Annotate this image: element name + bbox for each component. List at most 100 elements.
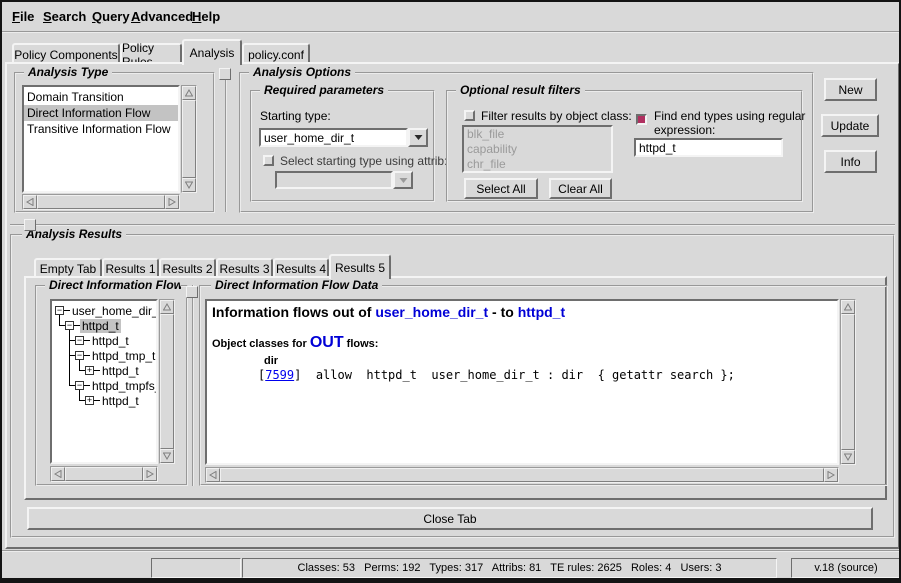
tree-node[interactable]: −httpd_tmpfs_ bbox=[75, 378, 158, 393]
clear-all-button[interactable]: Clear All bbox=[549, 178, 612, 199]
list-item-disabled: capability bbox=[464, 142, 611, 157]
tree-node-selected[interactable]: httpd_t bbox=[80, 319, 121, 333]
pane-divider-horizontal bbox=[10, 224, 895, 226]
flow-data-hscrollbar[interactable] bbox=[205, 467, 839, 483]
scrollbar-thumb[interactable] bbox=[182, 100, 196, 178]
chevron-down-icon bbox=[393, 171, 413, 189]
tab-results-5[interactable]: Results 5 bbox=[329, 254, 391, 279]
scroll-right-icon[interactable] bbox=[824, 468, 838, 482]
attrib-checkbox-label[interactable]: Select starting type using attrib: bbox=[280, 154, 447, 168]
tree-connector-line bbox=[69, 330, 70, 386]
tree-node[interactable]: +httpd_t bbox=[85, 363, 141, 378]
flow-data-textarea[interactable]: Information flows out of user_home_dir_t… bbox=[205, 299, 839, 465]
tree-expander-collapse-icon[interactable]: − bbox=[75, 381, 84, 390]
chevron-down-icon[interactable] bbox=[408, 128, 428, 147]
analysis-type-listbox[interactable]: Domain Transition Direct Information Flo… bbox=[22, 85, 180, 193]
tree-expander-expand-icon[interactable]: + bbox=[85, 366, 94, 375]
analysis-options-title: Analysis Options bbox=[249, 66, 355, 79]
analysis-type-vscrollbar[interactable] bbox=[181, 85, 197, 193]
analysis-type-hscrollbar[interactable] bbox=[22, 194, 180, 210]
scroll-down-icon[interactable] bbox=[160, 449, 174, 463]
status-bar-divider bbox=[2, 550, 899, 552]
tree-node[interactable]: −user_home_dir_t bbox=[55, 303, 158, 318]
tab-empty-tab[interactable]: Empty Tab bbox=[34, 258, 102, 277]
scrollbar-thumb[interactable] bbox=[841, 314, 855, 450]
scroll-down-icon[interactable] bbox=[841, 450, 855, 464]
scroll-down-icon[interactable] bbox=[182, 178, 196, 192]
filter-object-class-label[interactable]: Filter results by object class: bbox=[481, 109, 632, 123]
flow-tree-hscrollbar[interactable] bbox=[50, 466, 158, 482]
list-item-selected[interactable]: Direct Information Flow bbox=[24, 105, 178, 121]
scroll-left-icon[interactable] bbox=[206, 468, 220, 482]
pane-sash-handle-horizontal[interactable] bbox=[24, 219, 36, 231]
scroll-up-icon[interactable] bbox=[182, 86, 196, 100]
menu-search[interactable]: Search bbox=[43, 9, 86, 24]
source-type: user_home_dir_t bbox=[375, 304, 488, 320]
status-empty-segment bbox=[151, 558, 241, 578]
pane-sash-handle[interactable] bbox=[219, 68, 231, 80]
attrib-combobox-disabled bbox=[275, 171, 413, 189]
tree-expander-collapse-icon[interactable]: − bbox=[55, 306, 64, 315]
starting-type-value: user_home_dir_t bbox=[259, 128, 408, 147]
list-item[interactable]: Domain Transition bbox=[24, 89, 178, 105]
tab-policy-components[interactable]: Policy Components bbox=[12, 43, 120, 64]
rule-number-link[interactable]: 7599 bbox=[265, 368, 294, 382]
scroll-right-icon[interactable] bbox=[143, 467, 157, 481]
scrollbar-thumb[interactable] bbox=[37, 195, 165, 209]
regex-checkbox[interactable] bbox=[636, 114, 647, 125]
scroll-up-icon[interactable] bbox=[160, 300, 174, 314]
tab-policy-rules[interactable]: Policy Rules bbox=[120, 43, 182, 64]
scrollbar-thumb[interactable] bbox=[65, 467, 143, 481]
tab-analysis[interactable]: Analysis bbox=[182, 39, 242, 65]
flow-data-title: Direct Information Flow Data bbox=[211, 279, 382, 292]
results-pane-divider bbox=[192, 285, 195, 486]
tab-results-4[interactable]: Results 4 bbox=[273, 258, 329, 277]
analysis-results-title: Analysis Results bbox=[22, 228, 126, 241]
new-button[interactable]: New bbox=[824, 78, 877, 101]
update-button[interactable]: Update bbox=[821, 114, 879, 137]
results-pane-sash-handle[interactable] bbox=[186, 286, 198, 298]
scroll-right-icon[interactable] bbox=[165, 195, 179, 209]
attrib-value bbox=[275, 171, 393, 189]
analysis-type-title: Analysis Type bbox=[24, 66, 112, 79]
flow-tree-vscrollbar[interactable] bbox=[159, 299, 175, 464]
select-all-button[interactable]: Select All bbox=[464, 178, 538, 199]
tree-node[interactable]: −httpd_tmp_t bbox=[75, 348, 157, 363]
scroll-up-icon[interactable] bbox=[841, 300, 855, 314]
scroll-left-icon[interactable] bbox=[51, 467, 65, 481]
tab-results-3[interactable]: Results 3 bbox=[216, 258, 273, 277]
tab-results-1[interactable]: Results 1 bbox=[102, 258, 159, 277]
list-item-disabled: chr_file bbox=[464, 157, 611, 172]
regex-input[interactable] bbox=[634, 138, 783, 157]
flow-tree[interactable]: −user_home_dir_t −httpd_t −httpd_t −http… bbox=[50, 299, 158, 464]
object-class-listbox-disabled: blk_file capability chr_file bbox=[462, 125, 613, 173]
filter-object-class-checkbox[interactable] bbox=[464, 110, 475, 121]
scroll-left-icon[interactable] bbox=[23, 195, 37, 209]
tree-expander-collapse-icon[interactable]: − bbox=[75, 336, 84, 345]
list-item[interactable]: Transitive Information Flow bbox=[24, 121, 178, 137]
info-button[interactable]: Info bbox=[824, 150, 877, 173]
menu-help[interactable]: Help bbox=[192, 9, 220, 24]
tree-node[interactable]: +httpd_t bbox=[85, 393, 141, 408]
menu-query[interactable]: Query bbox=[92, 9, 130, 24]
flow-data-vscrollbar[interactable] bbox=[840, 299, 856, 465]
object-classes-line: Object classes for OUT flows: bbox=[212, 334, 832, 352]
flow-tree-title: Direct Information Flow Tree bbox=[45, 279, 181, 292]
tree-node[interactable]: −httpd_t bbox=[65, 318, 121, 333]
menu-file[interactable]: File bbox=[12, 9, 34, 24]
tree-expander-collapse-icon[interactable]: − bbox=[65, 321, 74, 330]
attrib-checkbox[interactable] bbox=[263, 155, 274, 166]
status-stats: Classes: 53 Perms: 192 Types: 317 Attrib… bbox=[242, 558, 777, 578]
scrollbar-thumb[interactable] bbox=[160, 314, 174, 449]
starting-type-combobox[interactable]: user_home_dir_t bbox=[259, 128, 428, 147]
tree-expander-expand-icon[interactable]: + bbox=[85, 396, 94, 405]
tree-node[interactable]: −httpd_t bbox=[75, 333, 131, 348]
scrollbar-thumb[interactable] bbox=[220, 468, 824, 482]
regex-checkbox-label[interactable]: Find end types using regular expression: bbox=[654, 109, 806, 137]
status-version: v.18 (source) bbox=[791, 558, 901, 578]
tab-policy-conf[interactable]: policy.conf bbox=[242, 43, 310, 64]
tree-expander-collapse-icon[interactable]: − bbox=[75, 351, 84, 360]
close-tab-button[interactable]: Close Tab bbox=[27, 507, 873, 530]
menu-advanced[interactable]: Advanced bbox=[131, 9, 193, 24]
tab-results-2[interactable]: Results 2 bbox=[159, 258, 216, 277]
